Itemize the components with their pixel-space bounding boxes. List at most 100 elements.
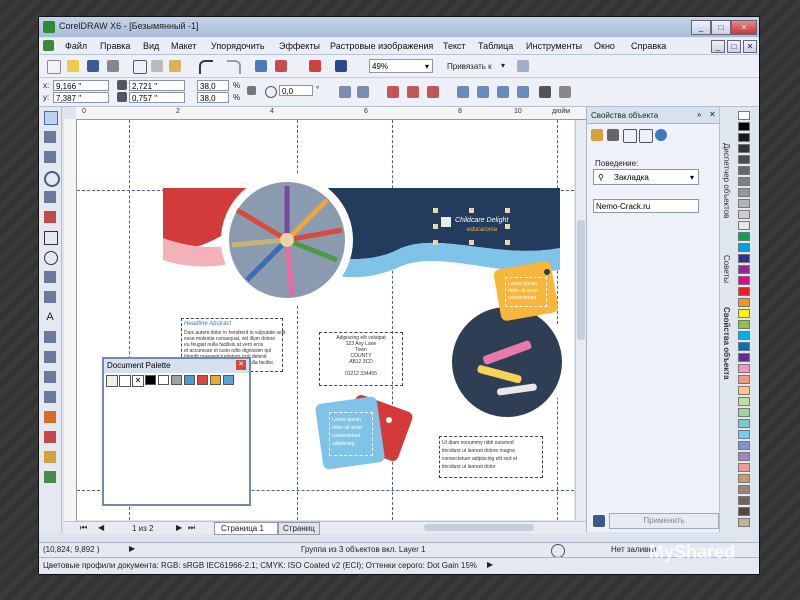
palette-swatch[interactable] <box>738 254 750 263</box>
palette-swatch[interactable] <box>738 452 750 461</box>
lock-icon[interactable] <box>593 515 605 527</box>
menu-help[interactable]: Справка <box>631 41 666 51</box>
align-distribute-icon[interactable] <box>539 86 551 98</box>
menu-edit[interactable]: Правка <box>100 41 130 51</box>
bottom-text-frame[interactable]: Ut diam nonummy nibh euismod tincidunt u… <box>439 436 543 478</box>
palette-swatch[interactable] <box>738 287 750 296</box>
menu-arrange[interactable]: Упорядочить <box>211 41 265 51</box>
redo-icon[interactable] <box>227 60 241 74</box>
blend-tool-icon[interactable] <box>44 391 56 403</box>
palette-swatch[interactable] <box>738 320 750 329</box>
document-palette-window[interactable]: Document Palette ✕ ✕ <box>102 357 251 506</box>
crop-tool-icon[interactable] <box>44 151 56 163</box>
pick-tool-icon[interactable] <box>44 111 58 125</box>
document-palette-close-icon[interactable]: ✕ <box>236 360 246 370</box>
document-palette-swatch[interactable] <box>171 375 182 385</box>
create-boundary-icon[interactable] <box>559 86 571 98</box>
internet-tab-icon[interactable] <box>655 129 667 141</box>
name-field[interactable]: Nemo-Crack.ru <box>593 199 699 213</box>
yellow-tag-text-frame[interactable]: Lorem ipsum dolor sit amet consectetuer <box>505 277 547 307</box>
document-palette-swatch[interactable] <box>184 375 195 385</box>
palette-swatch[interactable] <box>738 221 750 230</box>
frame-tab-icon[interactable] <box>623 129 637 143</box>
height-field[interactable]: 0,757 " <box>129 92 185 103</box>
menu-table[interactable]: Таблица <box>478 41 513 51</box>
document-palette-swatch[interactable] <box>145 375 156 385</box>
polygon-tool-icon[interactable] <box>44 271 56 283</box>
fill-tab-icon[interactable] <box>591 129 603 141</box>
outline-tool-icon[interactable] <box>44 431 56 443</box>
palette-swatch[interactable] <box>738 397 750 406</box>
last-page-icon[interactable]: ⏭ <box>188 523 195 533</box>
application-launcher-icon[interactable] <box>309 60 321 72</box>
palette-swatch[interactable] <box>738 463 750 472</box>
document-palette-swatch[interactable] <box>223 375 234 385</box>
dimension-tool-icon[interactable] <box>44 351 56 363</box>
undo-icon[interactable] <box>199 60 213 74</box>
menu-window[interactable]: Окно <box>594 41 615 51</box>
palette-swatch[interactable] <box>738 474 750 483</box>
palette-swatch[interactable] <box>738 122 750 131</box>
palette-swatch[interactable] <box>738 375 750 384</box>
palette-swatch[interactable] <box>738 353 750 362</box>
menu-tools[interactable]: Инструменты <box>526 41 582 51</box>
eyedropper-tool-icon[interactable] <box>44 411 56 423</box>
snap-chevron-icon[interactable]: ▾ <box>501 61 505 70</box>
no-color-swatch[interactable]: ✕ <box>132 375 144 387</box>
next-page-icon[interactable]: ▶ <box>176 523 182 532</box>
open-folder-icon[interactable] <box>67 60 79 72</box>
copy-icon[interactable] <box>151 60 163 72</box>
palette-swatch[interactable] <box>738 133 750 142</box>
outline-tab-icon[interactable] <box>607 129 619 141</box>
weld-icon[interactable] <box>457 86 469 98</box>
palette-swatch[interactable] <box>738 199 750 208</box>
palette-menu-icon[interactable] <box>106 375 118 387</box>
blue-tag-text-frame[interactable]: Lorem ipsum dolor sit amet consectetuer … <box>329 412 373 456</box>
document-palette-swatch[interactable] <box>197 375 208 385</box>
freehand-tool-icon[interactable] <box>44 191 56 203</box>
palette-swatch[interactable] <box>738 441 750 450</box>
width-field[interactable]: 2,721 " <box>129 80 185 91</box>
tab-object-manager[interactable]: Диспетчер объектов <box>722 143 731 218</box>
menu-file[interactable]: Файл <box>65 41 87 51</box>
group-icon[interactable] <box>387 86 399 98</box>
export-icon[interactable] <box>275 60 287 72</box>
palette-swatch[interactable] <box>738 166 750 175</box>
close-button[interactable]: ✕ <box>731 20 757 35</box>
eyedropper-icon[interactable] <box>119 375 131 387</box>
zoom-level-select[interactable]: 49% ▾ <box>369 59 433 73</box>
simplify-icon[interactable] <box>517 86 529 98</box>
palette-swatch[interactable] <box>738 177 750 186</box>
palette-swatch[interactable] <box>738 111 750 120</box>
status-arrow-icon[interactable]: ▶ <box>487 560 493 569</box>
save-icon[interactable] <box>87 60 99 72</box>
menu-layout[interactable]: Макет <box>171 41 196 51</box>
menu-view[interactable]: Вид <box>143 41 159 51</box>
table-tool-icon[interactable] <box>44 331 56 343</box>
maximize-button[interactable]: □ <box>711 20 731 35</box>
x-position-field[interactable]: 9,166 " <box>53 80 109 91</box>
paste-icon[interactable] <box>169 60 181 72</box>
options-icon[interactable] <box>517 60 529 72</box>
scale-x-field[interactable]: 38,0 <box>197 80 229 91</box>
palette-swatch[interactable] <box>738 408 750 417</box>
palette-swatch[interactable] <box>738 144 750 153</box>
tab-hints[interactable]: Советы <box>722 255 731 283</box>
trim-icon[interactable] <box>477 86 489 98</box>
welcome-screen-icon[interactable] <box>335 60 347 72</box>
palette-swatch[interactable] <box>738 210 750 219</box>
palette-swatch[interactable] <box>738 155 750 164</box>
palette-swatch[interactable] <box>738 518 750 527</box>
prev-page-icon[interactable]: ◀ <box>98 523 104 532</box>
tab-page-1[interactable]: Страница 1 <box>214 522 278 535</box>
basic-shapes-tool-icon[interactable] <box>44 291 56 303</box>
mirror-horizontal-icon[interactable] <box>339 86 351 98</box>
tab-object-properties[interactable]: Свойства объекта <box>722 307 731 380</box>
palette-swatch[interactable] <box>738 265 750 274</box>
intersect-icon[interactable] <box>497 86 509 98</box>
palette-swatch[interactable] <box>738 276 750 285</box>
palette-swatch[interactable] <box>738 364 750 373</box>
new-document-icon[interactable] <box>47 60 61 74</box>
palette-swatch[interactable] <box>738 243 750 252</box>
rectangle-tool-icon[interactable] <box>44 231 58 245</box>
